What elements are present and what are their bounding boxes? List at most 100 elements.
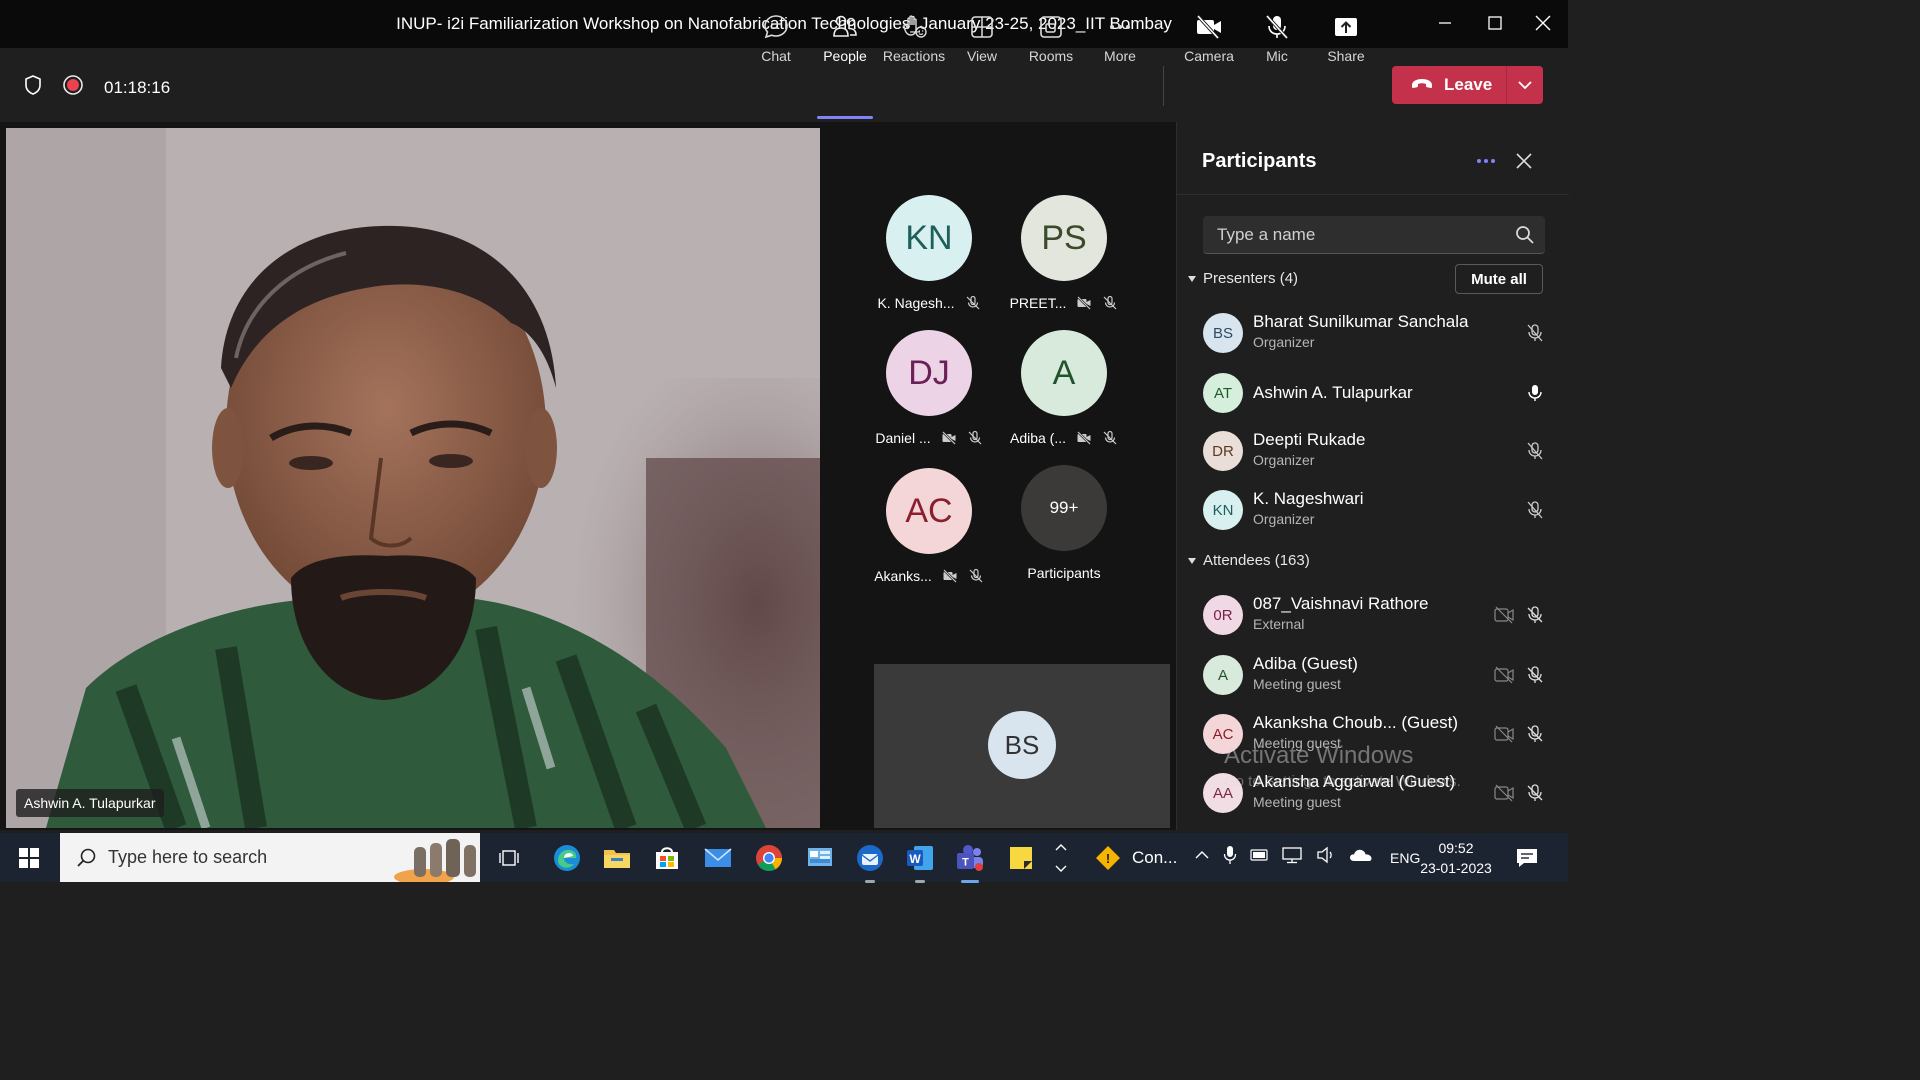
running-app-button[interactable]: ! Con... <box>1086 833 1186 882</box>
overflow-participants-tile[interactable]: 99+ Participants <box>1004 465 1124 581</box>
chevron-up-icon[interactable] <box>1194 847 1210 868</box>
participant-row[interactable]: KN K. Nageshwari Organizer <box>1203 485 1553 535</box>
control-panel-app[interactable] <box>803 841 837 875</box>
participant-name: Akanksha Choub... (Guest) <box>1253 713 1459 732</box>
participant-search-input[interactable] <box>1203 216 1503 254</box>
leave-button-group: Leave <box>1392 66 1543 104</box>
caret-down-icon <box>1188 275 1196 282</box>
control-panel-icon <box>808 848 832 866</box>
teams-app[interactable]: T <box>953 841 987 883</box>
more-button[interactable]: More <box>1088 12 1152 68</box>
mail-app[interactable] <box>701 841 735 875</box>
reactions-icon <box>899 12 929 42</box>
clock-date: 23-01-2023 <box>1420 860 1492 876</box>
mic-disabled-icon <box>1525 605 1545 630</box>
panel-more-button[interactable] <box>1475 150 1497 177</box>
network-icon[interactable] <box>1281 846 1303 869</box>
mic-label: Mic <box>1266 48 1288 64</box>
activate-windows-watermark: Activate Windows <box>1224 742 1414 769</box>
system-tray: ENG <box>1194 833 1420 882</box>
taskbar-clock[interactable]: 09:52 23-01-2023 <box>1412 838 1500 878</box>
people-button[interactable]: People <box>813 12 877 68</box>
participant-row[interactable]: AT Ashwin A. Tulapurkar <box>1203 368 1553 418</box>
microsoft-store-app[interactable] <box>650 841 684 875</box>
mic-off-icon <box>1102 430 1118 446</box>
camera-off-icon <box>1493 665 1515 690</box>
gallery-tile[interactable]: AC Akanks... <box>869 468 989 584</box>
taskbar-overflow-button[interactable] <box>1046 841 1076 875</box>
view-button[interactable]: View <box>950 12 1014 68</box>
microphone-icon[interactable] <box>1223 845 1237 870</box>
gallery-tile[interactable]: KN K. Nagesh... <box>869 195 989 311</box>
chat-button[interactable]: Chat <box>744 12 808 68</box>
speaker-name-tag: Ashwin A. Tulapurkar <box>16 789 164 817</box>
mic-button[interactable]: Mic <box>1245 12 1309 68</box>
close-window-button[interactable] <box>1532 12 1554 34</box>
gallery-tile[interactable]: DJ Daniel ... <box>869 330 989 446</box>
overflow-label: Participants <box>1027 565 1101 581</box>
chrome-app[interactable] <box>752 841 786 875</box>
presenters-header: Presenters (4) <box>1203 270 1299 287</box>
attendees-section-toggle[interactable]: Attendees (163) <box>1187 552 1310 569</box>
camera-button[interactable]: Camera <box>1177 12 1241 68</box>
task-view-button[interactable] <box>492 841 526 875</box>
notification-center-icon <box>1517 849 1537 867</box>
share-button[interactable]: Share <box>1314 12 1378 68</box>
gallery-tile[interactable]: A Adiba (... <box>1004 330 1124 446</box>
main-speaker-video[interactable] <box>6 128 820 828</box>
avatar: A <box>1203 655 1243 695</box>
sticky-notes-app[interactable] <box>1004 841 1038 875</box>
volume-icon[interactable] <box>1316 846 1336 869</box>
reactions-button[interactable]: Reactions <box>882 12 946 68</box>
camera-label: Camera <box>1184 48 1234 64</box>
word-app[interactable]: W <box>903 841 937 883</box>
minimize-button[interactable] <box>1434 12 1456 34</box>
people-label: People <box>823 48 867 64</box>
close-icon <box>1535 15 1551 31</box>
leave-options-button[interactable] <box>1507 80 1543 90</box>
mic-off-icon <box>1525 323 1545 348</box>
participant-name: K. Nageshwari <box>1253 489 1364 508</box>
participant-row[interactable]: A Adiba (Guest) Meeting guest <box>1203 650 1553 700</box>
leave-button[interactable]: Leave <box>1392 75 1506 95</box>
taskbar-search-box[interactable]: Type here to search <box>60 833 480 882</box>
edge-app[interactable] <box>550 841 584 875</box>
overflow-count: 99+ <box>1021 465 1107 551</box>
file-explorer-app[interactable] <box>600 841 634 875</box>
maximize-button[interactable] <box>1484 12 1506 34</box>
battery-icon[interactable] <box>1250 847 1268 868</box>
participant-name: 087_Vaishnavi Rathore <box>1253 594 1429 613</box>
presenters-section-toggle[interactable]: Presenters (4) <box>1187 270 1298 287</box>
search-icon[interactable] <box>1515 225 1535 250</box>
participant-row[interactable]: 0R 087_Vaishnavi Rathore External <box>1203 590 1553 640</box>
mute-all-button[interactable]: Mute all <box>1455 264 1543 294</box>
activate-windows-subtext: Go to Settings to activate Windows. <box>1224 773 1461 790</box>
warning-app-icon: ! <box>1096 845 1120 870</box>
panel-close-button[interactable] <box>1513 150 1535 177</box>
participants-panel: Participants Presenters (4) Mute all BS … <box>1176 122 1569 830</box>
onedrive-icon[interactable] <box>1349 847 1373 868</box>
mic-disabled-icon <box>1525 665 1545 690</box>
start-button[interactable] <box>18 847 40 874</box>
thunderbird-app[interactable] <box>853 841 887 883</box>
search-highlight-illustration <box>394 839 476 882</box>
windows-taskbar: Type here to search W T ! Con... ENG 09:… <box>0 833 1568 883</box>
speaker-video-frame <box>6 128 820 828</box>
teams-icon: T <box>957 845 983 871</box>
avatar: PS <box>1021 195 1107 281</box>
avatar: A <box>1021 330 1107 416</box>
notifications-button[interactable] <box>1510 841 1544 875</box>
participant-role: Organizer <box>1253 334 1315 350</box>
participant-row[interactable]: DR Deepti Rukade Organizer <box>1203 426 1553 476</box>
view-icon <box>967 12 997 42</box>
windows-logo-icon <box>19 848 39 868</box>
mic-off-icon <box>967 430 983 446</box>
panel-title: Participants <box>1202 150 1317 172</box>
rooms-button[interactable]: Rooms <box>1019 12 1083 68</box>
maximize-icon <box>1488 16 1502 30</box>
self-view[interactable]: BS <box>874 664 1170 828</box>
meeting-timer: 01:18:16 <box>104 77 171 97</box>
participant-row[interactable]: BS Bharat Sunilkumar Sanchala Organizer <box>1203 308 1553 358</box>
participant-name: Adiba (Guest) <box>1253 654 1358 673</box>
gallery-tile[interactable]: PS PREET... <box>1004 195 1124 311</box>
